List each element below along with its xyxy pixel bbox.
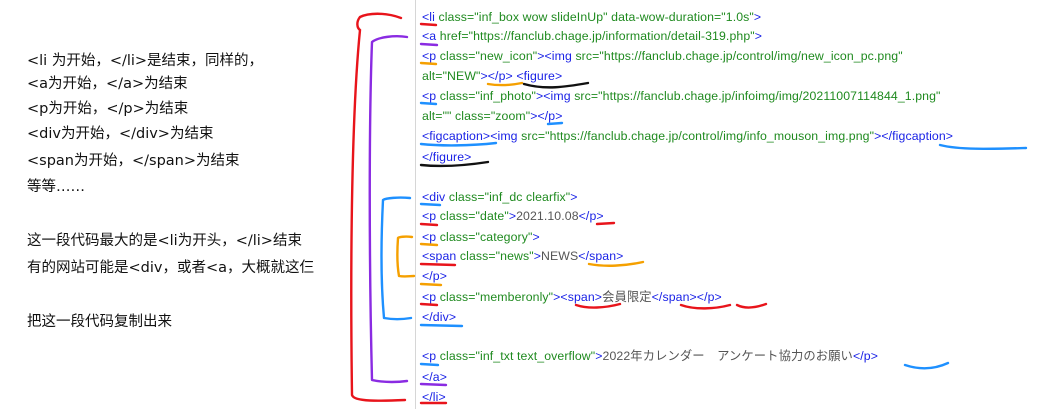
code-token-attr: alt="NEW" <box>422 69 481 83</box>
code-token-tag: </li> <box>422 390 446 404</box>
code-token-tag: > <box>595 349 603 363</box>
purple-bracket-a <box>368 35 409 384</box>
code-token-tag: > <box>754 29 763 43</box>
code-line[interactable]: alt="" class="zoom"></p> <box>422 108 563 124</box>
red-bracket-li <box>350 12 407 402</box>
code-token-tag: <li <box>422 10 435 24</box>
code-token-tag: ><img <box>535 89 571 103</box>
code-token-attr: class="inf_dc clearfix" <box>445 190 571 204</box>
code-token-attr: class="date" <box>436 209 509 223</box>
code-token-attr: class="category" <box>436 230 533 244</box>
blue-bracket-div <box>380 196 413 321</box>
note-line: 把这一段代码复制出来 <box>27 314 172 330</box>
code-line[interactable]: <a href="https://fanclub.chage.jp/inform… <box>422 28 762 44</box>
note-line: <div为开始，</div>为结束 <box>27 126 214 142</box>
code-line[interactable]: <div class="inf_dc clearfix"> <box>422 189 578 205</box>
code-token-tag: </div> <box>422 310 457 324</box>
code-line[interactable]: <li class="inf_box wow slideInUp" data-w… <box>422 9 761 25</box>
orange-bracket-category <box>396 235 416 278</box>
code-token-tag: </p> <box>852 349 878 363</box>
code-token-tag: <p <box>422 349 437 363</box>
code-token-tag: ></p> <box>530 109 563 123</box>
code-line[interactable]: <span class="news">NEWS</span> <box>422 248 623 264</box>
note-line: 等等…… <box>27 179 85 195</box>
code-token-attr: class="news" <box>456 249 534 263</box>
code-panel[interactable]: <li class="inf_box wow slideInUp" data-w… <box>415 0 1043 409</box>
note-line: <li 为开始，</li>是结束，同样的， <box>27 53 264 69</box>
note-line: <a为开始，</a>为结束 <box>27 76 188 92</box>
code-token-tag: </figure> <box>422 150 472 164</box>
code-token-tag: > <box>508 209 517 223</box>
note-line: <span为开始，</span>为结束 <box>27 153 240 169</box>
code-line[interactable]: <p class="new_icon"><img src="https://fa… <box>422 48 903 64</box>
code-token-attr: src="https://fanclub.chage.jp/control/im… <box>571 49 903 63</box>
note-line: 这一段代码最大的是<li为开头，</li>结束 <box>27 233 302 249</box>
code-token-attr: class="memberonly" <box>436 290 554 304</box>
code-token-text: NEWS <box>541 249 579 263</box>
code-token-tag: > <box>753 10 762 24</box>
code-line[interactable]: <p class="category"> <box>422 229 540 245</box>
code-token-tag: ></p> <figure> <box>480 69 563 83</box>
code-line[interactable]: <p class="inf_photo"><img src="https://f… <box>422 88 941 104</box>
code-line[interactable]: </li> <box>422 389 446 405</box>
code-token-tag: </span></p> <box>651 290 722 304</box>
code-line[interactable]: </p> <box>422 268 447 284</box>
code-token-tag: </span> <box>578 249 624 263</box>
code-token-tag: <p <box>422 290 437 304</box>
code-line[interactable]: </a> <box>422 369 447 385</box>
code-token-attr: src="https://fanclub.chage.jp/infoimg/im… <box>570 89 941 103</box>
code-token-tag: </p> <box>578 209 604 223</box>
code-token-attr: class="inf_txt text_overflow" <box>436 349 596 363</box>
code-token-tag: <span <box>422 249 457 263</box>
code-line[interactable]: alt="NEW"></p> <figure> <box>422 68 562 84</box>
code-line[interactable]: <p class="inf_txt text_overflow">2022年カレ… <box>422 348 878 364</box>
code-token-tag: > <box>532 230 540 244</box>
code-token-tag: <figcaption><img <box>422 129 518 143</box>
code-token-attr: class="new_icon" <box>436 49 538 63</box>
note-line: 有的网站可能是<div，或者<a，大概就这仨 <box>27 260 314 276</box>
code-token-attr: class="inf_box wow slideInUp" data-wow-d… <box>434 10 754 24</box>
code-token-tag: ><img <box>537 49 572 63</box>
code-token-tag: <div <box>422 190 446 204</box>
code-token-tag: <a <box>422 29 437 43</box>
code-token-attr: src="https://fanclub.chage.jp/control/im… <box>517 129 875 143</box>
code-token-tag: ><span> <box>553 290 603 304</box>
code-line[interactable]: <figcaption><img src="https://fanclub.ch… <box>422 128 953 144</box>
code-token-attr: href="https://fanclub.chage.jp/informati… <box>436 29 755 43</box>
code-line[interactable]: </div> <box>422 309 456 325</box>
code-token-tag: <p <box>422 49 437 63</box>
code-token-tag: <p <box>422 230 437 244</box>
code-token-text: 2022年カレンダー アンケート協力のお願い <box>602 349 853 363</box>
code-token-tag: </p> <box>422 269 448 283</box>
code-token-tag: <p <box>422 89 437 103</box>
code-token-tag: <p <box>422 209 437 223</box>
code-token-tag: > <box>533 249 541 263</box>
code-token-tag: ></figcaption> <box>874 129 954 143</box>
note-line: <p为开始，</p>为结束 <box>27 101 189 117</box>
code-token-text: 会員限定 <box>602 290 652 304</box>
code-token-tag: > <box>570 190 578 204</box>
code-token-attr: class="inf_photo" <box>436 89 536 103</box>
code-token-attr: alt="" class="zoom" <box>422 109 531 123</box>
code-token-text: 2021.10.08 <box>516 209 579 223</box>
code-line[interactable]: <p class="date">2021.10.08</p> <box>422 208 604 224</box>
code-line[interactable]: </figure> <box>422 149 471 165</box>
code-token-tag: </a> <box>422 370 448 384</box>
code-line[interactable]: <p class="memberonly"><span>会員限定</span><… <box>422 289 722 305</box>
